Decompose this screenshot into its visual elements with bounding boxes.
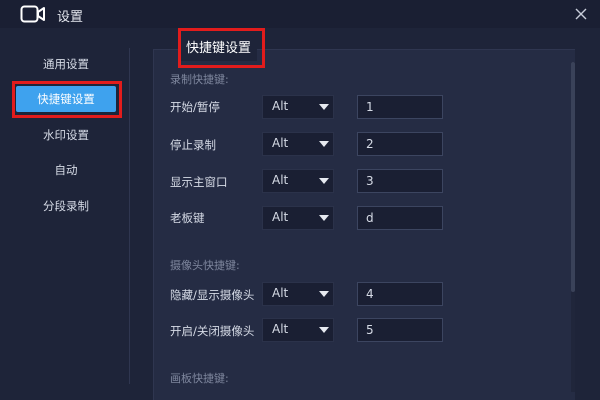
key-input-toggle-camera-visibility[interactable] — [357, 282, 443, 306]
chevron-down-icon — [319, 215, 329, 221]
modifier-value: Alt — [272, 173, 289, 187]
hotkey-label-show-main-window: 显示主窗口 — [170, 175, 228, 189]
hotkey-label-toggle-camera-power: 开启/关闭摄像头 — [170, 324, 255, 338]
scrollbar-thumb[interactable] — [571, 62, 575, 292]
title-bar: 设置 — [0, 0, 600, 28]
hotkey-label-stop-recording: 停止录制 — [170, 138, 216, 152]
hotkey-label-start-pause: 开始/暂停 — [170, 100, 220, 114]
sidebar-item-watermark[interactable]: 水印设置 — [16, 122, 116, 148]
chevron-down-icon — [319, 178, 329, 184]
modifier-select-stop-recording[interactable]: Alt — [262, 132, 334, 156]
section-label-recording: 录制快捷键: — [170, 73, 229, 86]
hotkey-label-toggle-camera-visibility: 隐藏/显示摄像头 — [170, 288, 255, 302]
section-label-drawing-board: 画板快捷键: — [170, 372, 229, 385]
sidebar-item-segment-recording[interactable]: 分段录制 — [16, 193, 116, 219]
modifier-select-toggle-camera-visibility[interactable]: Alt — [262, 282, 334, 306]
modifier-value: Alt — [272, 136, 289, 150]
modifier-value: Alt — [272, 99, 289, 113]
section-label-camera: 摄像头快捷键: — [170, 259, 240, 272]
close-button[interactable] — [570, 3, 592, 25]
sidebar-divider — [129, 48, 130, 384]
panel-title: 快捷键设置 — [180, 37, 258, 61]
modifier-select-toggle-camera-power[interactable]: Alt — [262, 318, 334, 342]
key-input-show-main-window[interactable] — [357, 169, 443, 193]
window-title: 设置 — [57, 10, 84, 25]
close-icon — [575, 8, 587, 20]
hotkey-label-boss-key: 老板键 — [170, 211, 205, 225]
key-input-start-pause[interactable] — [357, 95, 443, 119]
chevron-down-icon — [319, 141, 329, 147]
modifier-value: Alt — [272, 210, 289, 224]
key-input-boss-key[interactable] — [357, 206, 443, 230]
modifier-select-show-main-window[interactable]: Alt — [262, 169, 334, 193]
chevron-down-icon — [319, 327, 329, 333]
sidebar-item-general[interactable]: 通用设置 — [16, 51, 116, 77]
modifier-value: Alt — [272, 286, 289, 300]
video-camera-icon — [20, 5, 45, 23]
chevron-down-icon — [319, 291, 329, 297]
sidebar-item-hotkeys[interactable]: 快捷键设置 — [16, 86, 116, 112]
modifier-select-start-pause[interactable]: Alt — [262, 95, 334, 119]
sidebar-item-auto[interactable]: 自动 — [16, 157, 116, 183]
key-input-toggle-camera-power[interactable] — [357, 318, 443, 342]
key-input-stop-recording[interactable] — [357, 132, 443, 156]
modifier-value: Alt — [272, 322, 289, 336]
modifier-select-boss-key[interactable]: Alt — [262, 206, 334, 230]
chevron-down-icon — [319, 104, 329, 110]
